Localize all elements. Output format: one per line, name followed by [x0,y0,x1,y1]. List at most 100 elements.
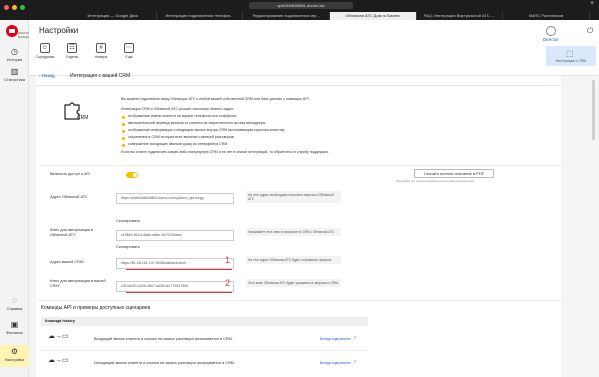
api-commands-title: Команды API и примеры доступных сценарие… [41,305,151,311]
field-label-text: Адрес вашей CRM [50,260,83,264]
divider [36,300,561,301]
tool-numbers[interactable]: # Номера [89,43,113,59]
browser-tab[interactable]: Интеграция — Google Диск [70,12,157,20]
scenario-status: Всегда подключено [320,361,351,365]
back-link[interactable]: ‹ Назад [39,73,55,78]
divider [36,85,561,86]
annotation-underline [126,292,232,293]
list-item: автоматический перевод звонков от клиент… [121,120,421,127]
field-label: Адрес Облачной АТС [50,195,88,199]
browser-tab[interactable]: FAQ: Интеграция Виртуальной АТС -... [417,12,504,20]
field-label: Адрес вашей CRM* [50,260,110,264]
cloud-to-crm-icon: ☁→▭ [48,357,69,364]
pbx-address-field[interactable]: https://vpbx048606861.domru.biz/sys/crm_… [116,193,234,204]
required-mark: * [58,284,61,288]
main-area: ‹ Назад Интеграция с вашей CRM CRM Вы мо… [29,73,599,377]
intro-sub: Интеграция CRM и Облачной АТС решает нес… [121,107,234,111]
tool-label: Отделы [65,55,79,59]
crm-puzzle-icon: CRM [64,102,88,121]
field-label: Ключ для авторизации в Облачной АТС [50,228,94,237]
window-controls [4,5,25,10]
rail-item-statistics[interactable]: ▥ Статистика [0,67,29,83]
tool-departments[interactable]: ☷ Отделы [60,43,84,59]
rail-item-history[interactable]: ◷ История [0,48,29,63]
benefit-list: отображение имени клиента на экране теле… [121,113,421,148]
field-label: Ключ для авторизации в вашей CRM* [50,279,110,289]
rail-item-help[interactable]: ◌ Справка [0,296,29,312]
brand-logo[interactable] [5,24,19,38]
browser-tabbar: vpbx048606861.domru.biz + Интеграция — G… [0,0,599,20]
departments-icon: ☷ [67,43,77,53]
tool-employees[interactable]: ☺ Сотрудники [33,43,57,59]
puzzle-icon: ⬚ [566,49,574,58]
rail-item-label: Настройки [4,357,25,362]
intro-text: Вы можете подключить вашу Облачную АТС к… [121,96,421,156]
pdf-hint: Передайте это описание вашим техническим… [396,179,475,183]
tool-more[interactable]: ⋯ Ещё [117,43,141,59]
pbx-auth-key-field[interactable]: c1ff5e0-821d-4a8e-aa8e-5e75789aba [116,230,234,241]
scenario-text: Входящий звонок клиента и ссылка на запи… [94,337,233,341]
list-item: совершение исходящих звонков сразу из ин… [121,141,421,148]
tool-label: Ещё [125,55,133,59]
gear-icon: ⚙ [10,347,19,356]
scenario-status: Всегда подключено [320,337,351,341]
field-hint: Указывайте этот ключ в запросах от CRM к… [246,228,341,236]
download-pdf-button[interactable]: Скачать полное описание в PDF [414,169,494,178]
browser-tab-active[interactable]: Облачная АТС Дом.ru Бизнес [330,12,417,20]
api-toggle-label: Включить доступ к API [50,172,90,176]
field-hint: Этот ключ Облачная АТС будет указывать в… [246,279,341,287]
tab-crm-integration[interactable]: ⬚ Интеграция с CRM [546,46,596,66]
settings-header: Настройки ☺ Сотрудники ☷ Отделы # Номера… [29,20,599,76]
people-icon: ☺ [40,43,50,53]
scenario-text: Исходящий звонок клиента и ссылка на зап… [94,361,236,365]
rail-item-label: Финансы [6,330,23,335]
intro-lead: Вы можете подключить вашу Облачную АТС к… [121,97,310,101]
left-rail: ДОМ.RU БИЗНЕС ◷ История ▥ Статистика ◌ С… [0,20,30,377]
power-icon[interactable]: ⏻ [587,26,593,36]
avatar [545,26,556,36]
new-tab-icon[interactable]: + [590,0,594,7]
divider [41,350,368,351]
address-bar[interactable]: vpbx048606861.domru.biz [249,2,353,9]
tab-label: Интеграция с CRM [555,59,587,63]
rail-item-label: История [6,57,23,62]
maximize-window-button[interactable] [20,5,25,10]
scrollbar[interactable] [592,80,595,140]
rail-item-label: Справка [6,306,23,311]
integration-card: ‹ Назад Интеграция с вашей CRM CRM Вы мо… [36,73,561,377]
svg-text:CRM: CRM [77,115,88,121]
rail-item-finance[interactable]: ▣ Финансы [0,320,29,336]
browser-tab[interactable]: МАТС Ростелеком [503,12,591,20]
check-icon: ✓ [353,335,358,341]
crm-address-field[interactable]: https://81.28.161.137:5008/callback/dom [116,258,234,269]
required-mark: * [83,260,85,264]
more-icon: ⋯ [124,43,134,53]
minimize-window-button[interactable] [12,5,17,10]
browser-tab[interactable]: Интеграция подключения телефон... [157,12,244,20]
check-icon: ✓ [353,359,358,365]
history-command-header: Команда history [41,317,368,326]
card-title: Интеграция с вашей CRM [70,73,131,79]
list-item: отображение информации о входящем звонке… [121,127,421,134]
close-window-button[interactable] [4,5,9,10]
rail-item-label: Статистика [3,77,25,82]
rail-item-settings[interactable]: ⚙ Настройки [0,345,29,367]
help-icon: ◌ [12,296,17,305]
list-item: отображение имени клиента на экране теле… [121,113,421,120]
crm-auth-key-field[interactable]: c913d093-402b-49e7-ad38-fa1774617891 [116,281,234,292]
chart-icon: ▥ [10,67,19,76]
wallet-icon: ▣ [10,320,19,329]
page-title: Настройки [39,26,79,35]
numbers-icon: # [96,43,106,53]
browser-tab[interactable]: Редактирование подключения сер... [243,12,331,20]
field-hint: На этот адрес Облачная АТС будет отправл… [246,256,341,264]
divider [36,165,561,166]
browser-tabs: Интеграция — Google Диск Интеграция подк… [70,12,591,20]
api-access-toggle[interactable] [126,172,138,178]
copy-pbx-address-button[interactable]: Скопировать [116,218,140,223]
user-menu[interactable]: Director [543,26,559,42]
annotation-marker: 2 [225,278,231,288]
field-hint: На этот адрес необходимо посылать запрос… [246,191,341,203]
back-label: Назад [41,73,55,78]
copy-pbx-key-button[interactable]: Скопировать [116,244,140,249]
